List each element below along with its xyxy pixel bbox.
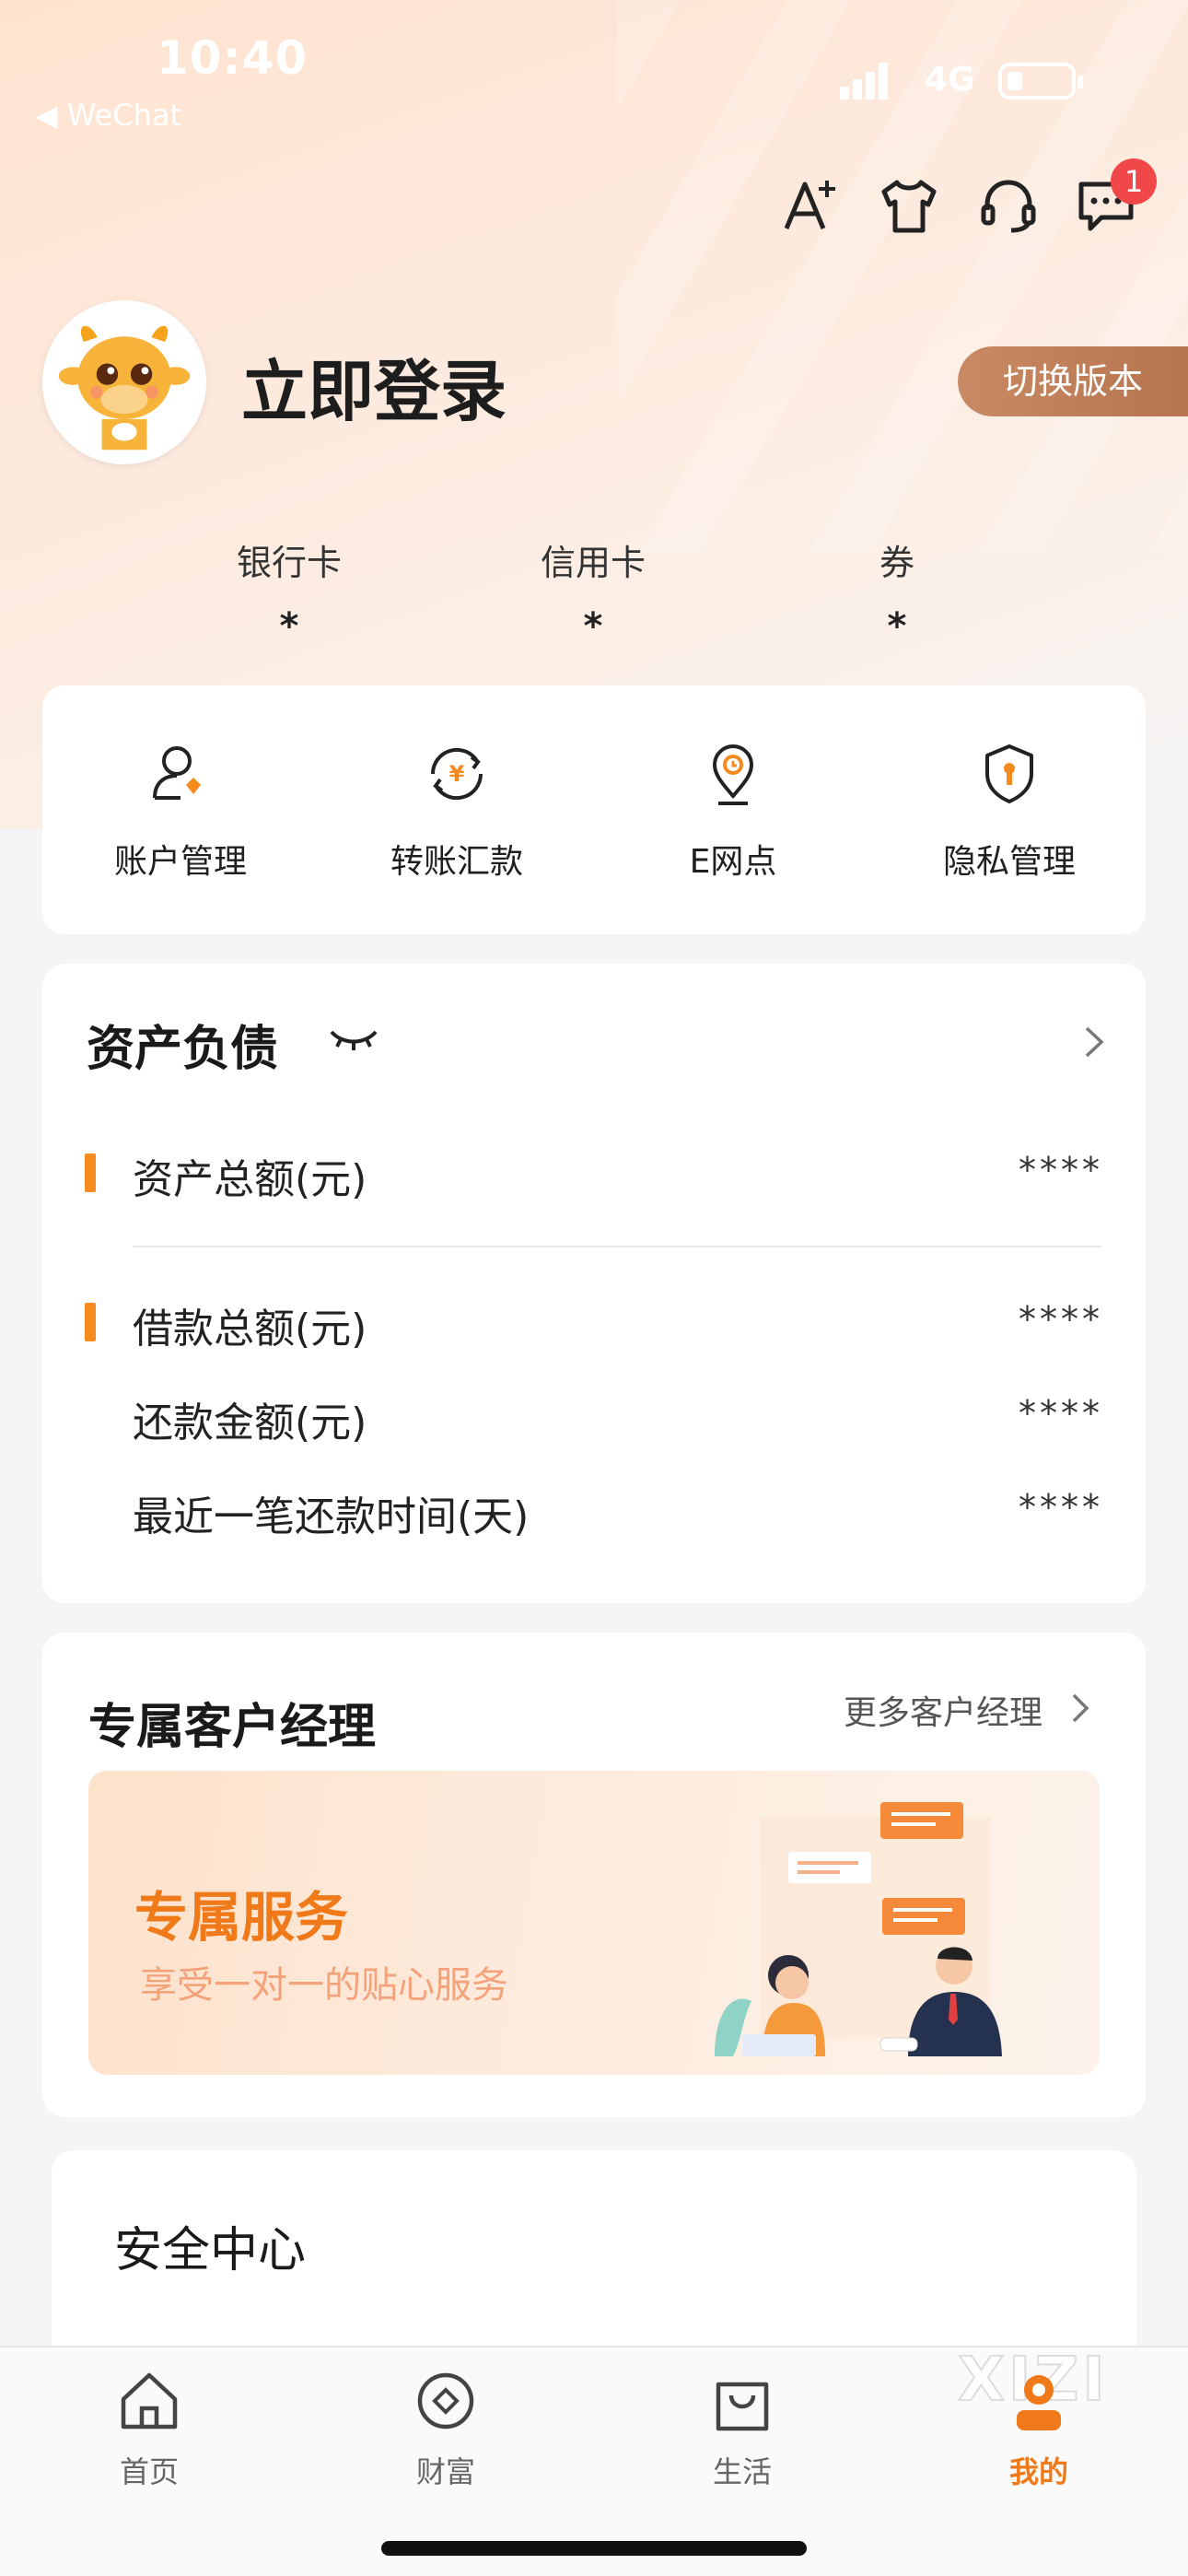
battery-icon: [998, 63, 1083, 100]
back-to-wechat[interactable]: ◀ WeChat: [35, 98, 181, 133]
security-title: 安全中心: [114, 2223, 307, 2278]
stat-value: *: [279, 605, 299, 648]
nav-life[interactable]: 生活: [669, 2364, 816, 2491]
switch-version-button[interactable]: 切换版本: [958, 346, 1188, 416]
eye-closed-icon[interactable]: [328, 1023, 379, 1056]
quick-account-management[interactable]: 账户管理: [70, 737, 291, 883]
row-value: ****: [1019, 1299, 1103, 1340]
account-icon: [153, 746, 201, 800]
cow-mascot-icon: [48, 306, 201, 459]
stat-coupon[interactable]: 券 *: [796, 534, 998, 648]
nav-label: 生活: [712, 2454, 772, 2489]
stat-value: *: [583, 605, 603, 648]
profile-icon: [1017, 2375, 1061, 2430]
home-indicator: [381, 2541, 807, 2556]
more-managers-link[interactable]: 更多客户经理: [844, 1686, 1042, 1734]
nav-label: 我的: [1008, 2454, 1068, 2489]
stat-bank-card[interactable]: 银行卡 *: [188, 534, 390, 648]
chevron-right-icon[interactable]: [1066, 1690, 1096, 1727]
nav-label: 财富: [415, 2454, 475, 2489]
row-marker: [85, 1153, 96, 1192]
stat-label: 券: [879, 543, 914, 583]
nav-wealth[interactable]: 财富: [372, 2364, 519, 2491]
status-time: 10:40: [157, 31, 309, 85]
shopping-bag-icon: [716, 2382, 769, 2431]
login-button[interactable]: 立即登录: [241, 337, 507, 434]
banner-title: 专属服务: [134, 1886, 349, 1949]
location-icon: [712, 744, 754, 805]
quick-label: 转账汇款: [390, 843, 523, 881]
font-size-plus-icon[interactable]: [779, 173, 844, 238]
nav-label: 首页: [119, 2454, 179, 2489]
chevron-right-icon[interactable]: [1077, 1023, 1111, 1061]
row-label: 借款总额(元): [133, 1306, 367, 1352]
avatar[interactable]: [42, 300, 206, 464]
stat-value: *: [887, 605, 907, 648]
network-type: 4G: [925, 61, 975, 99]
quick-transfer[interactable]: ¥ 转账汇款: [346, 737, 567, 883]
wealth-icon: [417, 2372, 474, 2430]
meeting-illustration: [715, 1802, 1002, 2056]
row-label: 最近一笔还款时间(天): [133, 1493, 530, 1540]
headset-icon[interactable]: [976, 173, 1041, 238]
message-badge: 1: [1111, 158, 1157, 205]
stat-label: 银行卡: [236, 543, 342, 583]
nav-mine[interactable]: 我的: [965, 2364, 1112, 2491]
stat-credit-card[interactable]: 信用卡 *: [492, 534, 694, 648]
quick-e-branch[interactable]: E网点: [623, 737, 844, 883]
shield-icon: [985, 744, 1033, 803]
manager-title: 专属客户经理: [88, 1700, 377, 1755]
assets-title: 资产负债: [87, 1022, 279, 1077]
home-icon: [121, 2372, 178, 2430]
nav-home[interactable]: 首页: [76, 2364, 223, 2491]
quick-privacy[interactable]: 隐私管理: [899, 737, 1120, 883]
svg-text:¥: ¥: [449, 761, 465, 787]
quick-label: 账户管理: [113, 843, 247, 881]
divider: [133, 1246, 1101, 1247]
row-marker: [85, 1303, 96, 1341]
row-label: 还款金额(元): [133, 1399, 367, 1446]
quick-label: 隐私管理: [942, 843, 1076, 881]
row-label: 资产总额(元): [133, 1156, 367, 1203]
row-value: ****: [1019, 1487, 1103, 1528]
banner-subtitle: 享受一对一的贴心服务: [140, 1964, 508, 2007]
transfer-icon: ¥: [430, 747, 483, 801]
row-value: ****: [1019, 1393, 1103, 1434]
row-value: ****: [1019, 1150, 1103, 1190]
tshirt-icon[interactable]: [877, 173, 941, 238]
quick-label: E网点: [689, 843, 777, 881]
signal-icon: [840, 63, 890, 100]
service-banner[interactable]: 专属服务 享受一对一的贴心服务: [88, 1771, 1100, 2075]
stat-label: 信用卡: [540, 543, 646, 583]
